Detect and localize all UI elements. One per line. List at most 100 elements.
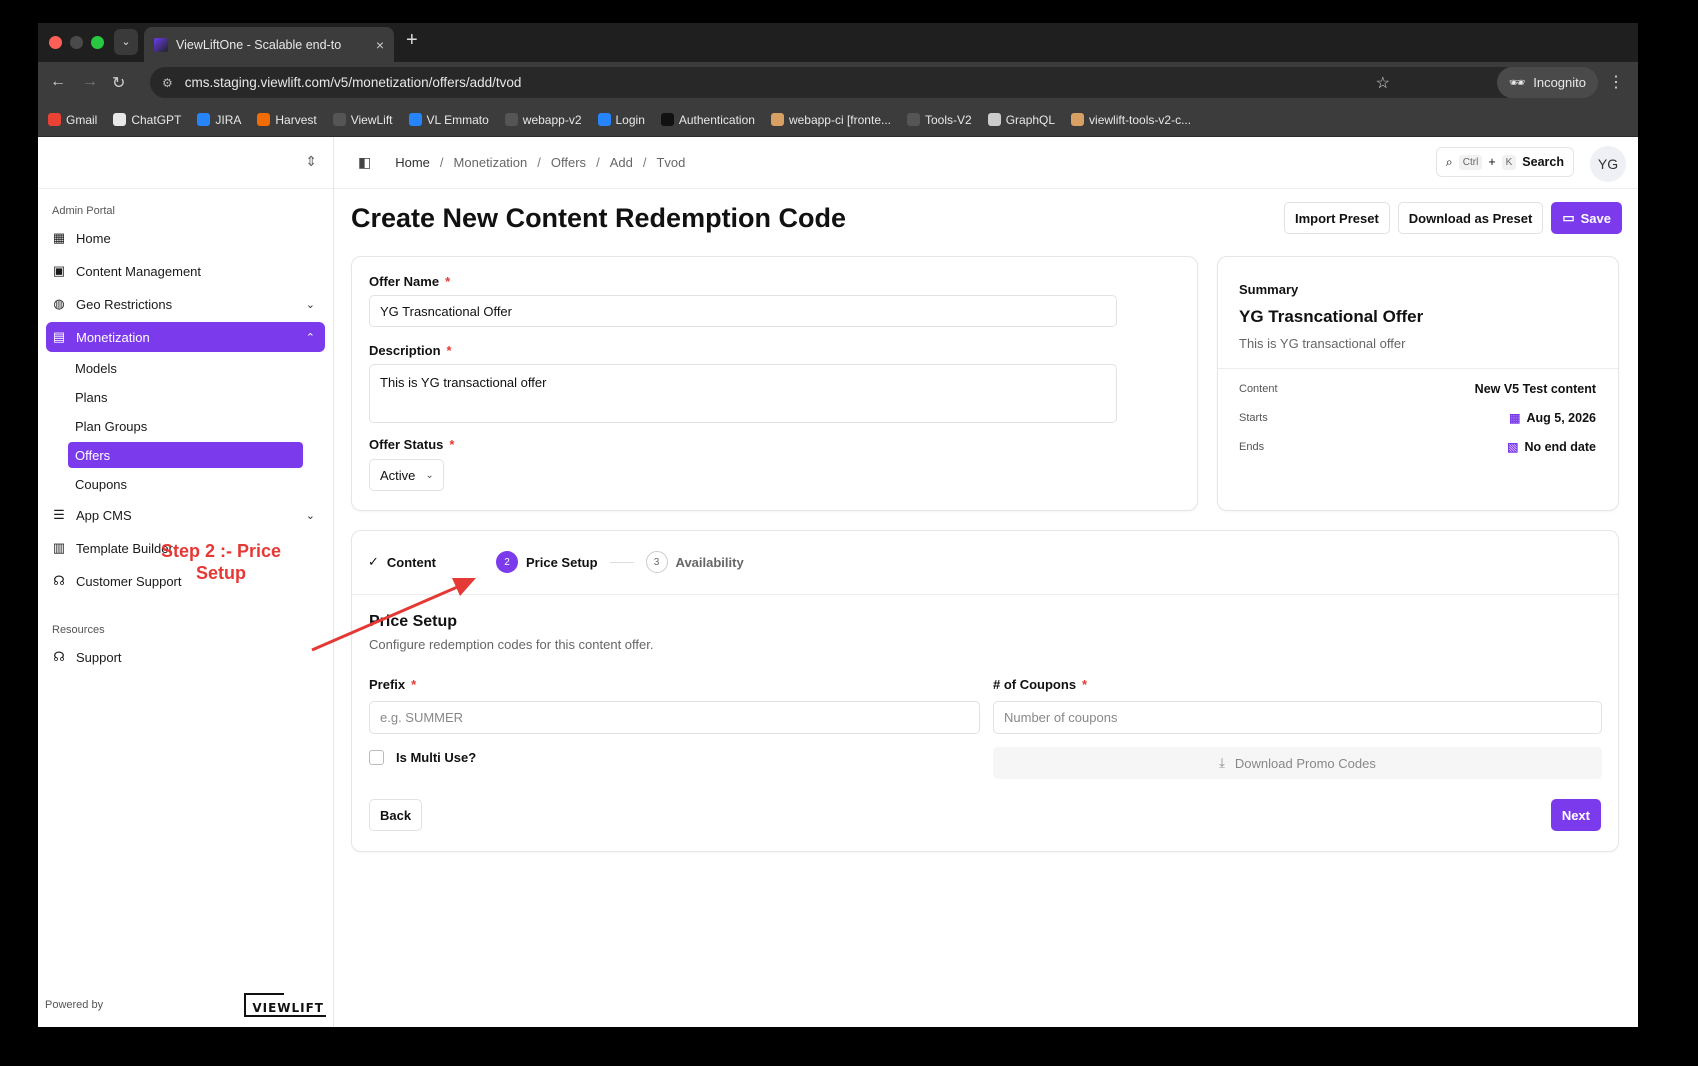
check-icon: ✓ [368, 554, 379, 569]
prefix-placeholder: e.g. SUMMER [380, 710, 464, 725]
toggle-sidebar-icon[interactable]: ◧ [358, 154, 371, 171]
reload-icon[interactable]: ↻ [112, 73, 125, 93]
sidebar-subitem-plans[interactable]: Plans [68, 384, 303, 410]
sidebar-item-content-management[interactable]: ▣ Content Management [46, 256, 325, 286]
multi-use-checkbox[interactable] [369, 750, 384, 765]
save-button[interactable]: ▭ Save [1551, 202, 1622, 234]
sidebar-item-monetization[interactable]: ▤ Monetization ⌃ [46, 322, 325, 352]
prefix-input[interactable]: e.g. SUMMER [369, 701, 980, 734]
sidebar-item-home[interactable]: ▦ Home [46, 223, 325, 253]
close-window-button[interactable] [49, 36, 62, 49]
forward-arrow-icon[interactable]: → [82, 73, 98, 91]
bookmark-favicon-icon [332, 113, 346, 126]
download-icon: ⤓ [1219, 755, 1225, 770]
offer-name-label: Offer Name * [369, 274, 451, 289]
breadcrumb-home[interactable]: Home [395, 155, 430, 170]
sidebar-header: ⇕ [38, 137, 333, 189]
sidebar-subitem-coupons[interactable]: Coupons [68, 471, 303, 497]
step-availability[interactable]: 3 Availability [645, 551, 744, 573]
coupons-placeholder: Number of coupons [1004, 710, 1118, 725]
description-textarea[interactable]: This is YG transactional offer [369, 364, 1117, 423]
summary-value: New V5 Test content [1474, 382, 1596, 396]
bookmark-label: ChatGPT [131, 112, 182, 127]
bookmark-label: webapp-ci [fronte... [788, 112, 891, 127]
bookmark-favicon-icon [48, 113, 61, 126]
breadcrumb-separator: / [537, 155, 541, 170]
breadcrumb-add[interactable]: Add [610, 155, 633, 170]
bookmark-item[interactable]: VL Emmato [408, 112, 489, 127]
bookmark-favicon-icon [408, 113, 422, 126]
search-button[interactable]: ⌕ Ctrl + K Search [1435, 147, 1574, 177]
incognito-badge[interactable]: 🕶 Incognito [1496, 67, 1598, 98]
bookmark-label: VL Emmato [426, 112, 489, 127]
minimize-window-button[interactable] [70, 36, 83, 49]
bookmark-favicon-icon [907, 113, 920, 126]
sidebar-subitem-plan-groups[interactable]: Plan Groups [68, 413, 303, 439]
powered-by-text: Powered by [45, 999, 104, 1011]
site-info-icon[interactable]: ⚙ [162, 76, 173, 90]
bookmark-item[interactable]: JIRA [197, 113, 241, 127]
offer-details-card: Offer Name * YG Trasncational Offer Descr… [351, 256, 1198, 511]
bookmark-label: ViewLift [350, 112, 393, 127]
sidebar-section-admin: Admin Portal [52, 205, 115, 217]
sidebar-item-app-cms[interactable]: ☰ App CMS ⌄ [46, 500, 325, 530]
next-button[interactable]: Next [1550, 799, 1601, 831]
wizard-card: ✓ Content 2 Price Setup 3 Availability P… [351, 530, 1619, 852]
sidebar-subitem-offers[interactable]: Offers [68, 442, 303, 468]
summary-ends-row: Ends ▧ No end date [1239, 440, 1596, 454]
bookmark-label: Harvest [275, 112, 317, 127]
coupons-input[interactable]: Number of coupons [993, 701, 1602, 734]
sidebar-item-geo-restrictions[interactable]: ◍ Geo Restrictions ⌄ [46, 289, 325, 319]
breadcrumb-offers[interactable]: Offers [551, 155, 586, 170]
browser-menu-icon[interactable]: ⋮ [1608, 72, 1624, 92]
step-connector [448, 562, 484, 563]
step-label: Content [386, 554, 437, 570]
bookmark-favicon-icon [987, 113, 1001, 126]
offer-status-select[interactable]: Active ⌄ [369, 459, 444, 491]
bookmark-favicon-icon [257, 113, 271, 126]
bookmark-favicon-icon [1071, 113, 1085, 126]
url-bar[interactable]: ⚙ cms.staging.viewlift.com/v5/monetizati… [150, 67, 1520, 98]
bookmark-label: Gmail [66, 112, 98, 127]
close-tab-icon[interactable]: × [376, 37, 384, 53]
bookmark-item[interactable]: Login [597, 113, 645, 127]
bookmark-item[interactable]: webapp-ci [fronte... [770, 112, 891, 127]
bookmark-favicon-icon [197, 113, 211, 126]
browser-tab[interactable]: ViewLiftOne - Scalable end-to × [144, 27, 394, 62]
bookmark-item[interactable]: Authentication [660, 113, 755, 127]
step-content[interactable]: ✓ Content [368, 554, 436, 570]
workspace-selector-icon[interactable]: ⇕ [305, 153, 317, 170]
summary-value: ▧ No end date [1507, 440, 1596, 454]
tab-search-chevron-icon[interactable]: ⌄ [114, 29, 138, 55]
breadcrumb-monetization[interactable]: Monetization [454, 155, 528, 170]
bookmark-item[interactable]: webapp-v2 [504, 113, 582, 127]
avatar[interactable]: YG [1590, 146, 1626, 182]
import-preset-button[interactable]: Import Preset [1283, 202, 1390, 234]
new-tab-icon[interactable]: + [406, 29, 418, 52]
step-price-setup[interactable]: 2 Price Setup [496, 551, 598, 573]
sliders-icon: ☰ [53, 507, 65, 522]
bookmark-item[interactable]: GraphQL [987, 113, 1055, 127]
back-arrow-icon[interactable]: ← [50, 73, 66, 91]
calendar-off-icon: ▧ [1507, 440, 1519, 454]
maximize-window-button[interactable] [91, 36, 104, 49]
sidebar-subitem-models[interactable]: Models [68, 355, 303, 381]
download-promo-codes-button[interactable]: ⤓ Download Promo Codes [993, 747, 1602, 779]
bookmark-item[interactable]: ViewLift [332, 112, 393, 127]
film-icon: ▣ [52, 263, 66, 278]
bookmark-item[interactable]: Harvest [257, 112, 317, 127]
bookmark-star-icon[interactable]: ☆ [1376, 73, 1390, 93]
download-preset-button[interactable]: Download as Preset [1397, 202, 1544, 234]
bookmark-label: viewlift-tools-v2-c... [1089, 112, 1192, 127]
globe-icon: ◍ [53, 296, 65, 311]
bookmark-item[interactable]: ChatGPT [113, 113, 181, 127]
bookmark-item[interactable]: viewlift-tools-v2-c... [1071, 113, 1191, 127]
sidebar-item-support[interactable]: ☊ Support [46, 642, 325, 672]
incognito-icon: 🕶 [1508, 74, 1526, 90]
back-button[interactable]: Back [369, 799, 423, 831]
bookmark-item[interactable]: Gmail [48, 113, 97, 127]
kbd-k: K [1501, 154, 1517, 170]
offer-name-input[interactable]: YG Trasncational Offer [369, 295, 1117, 327]
bookmark-item[interactable]: Tools-V2 [907, 113, 972, 127]
divider [1218, 368, 1618, 369]
